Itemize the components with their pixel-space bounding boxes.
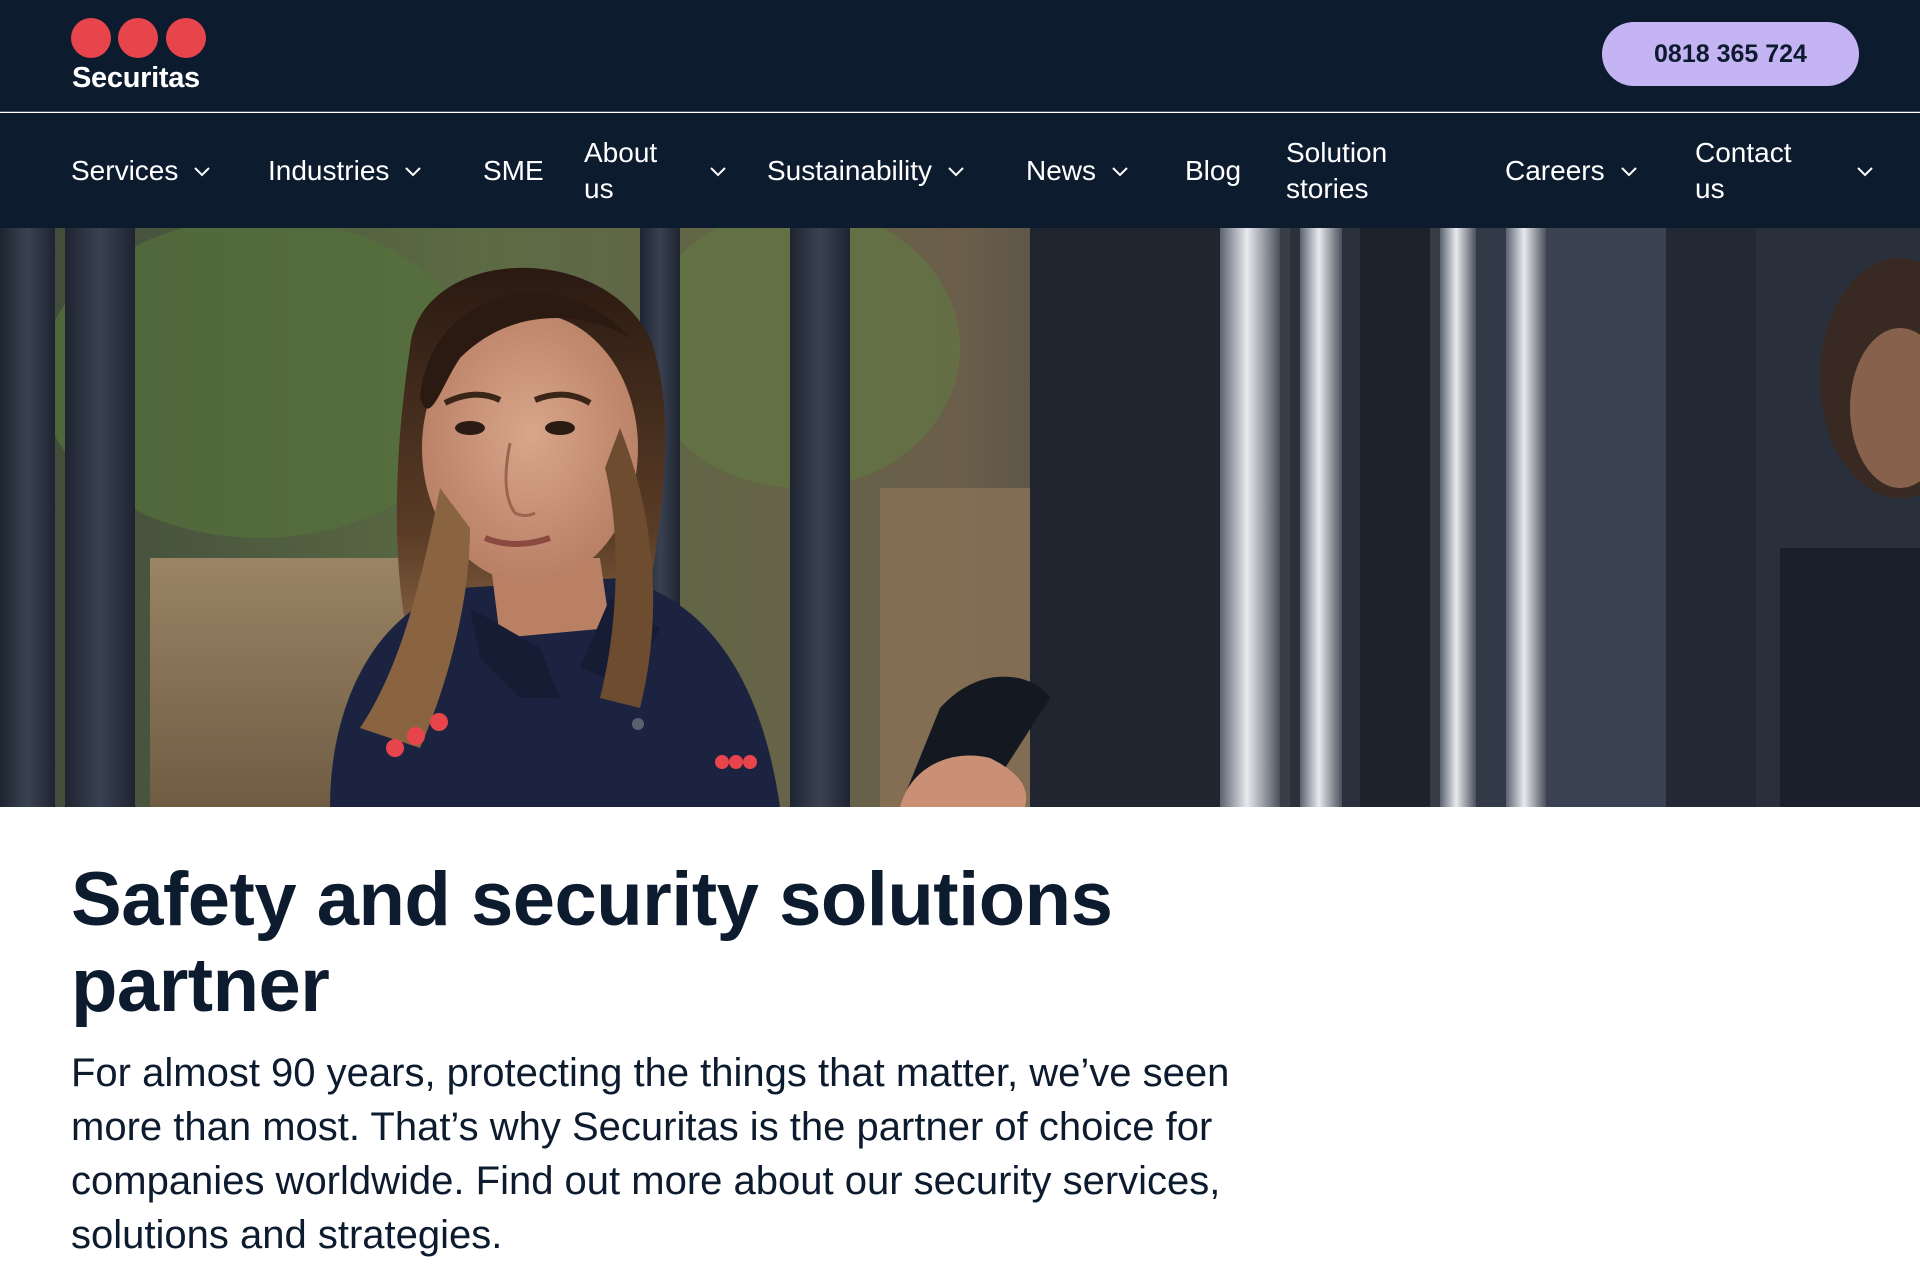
chevron-down-icon bbox=[403, 161, 423, 181]
nav-item-label: Sustainability bbox=[767, 154, 932, 186]
chevron-down-icon bbox=[1855, 161, 1875, 181]
nav-item-label: Contact us bbox=[1695, 136, 1792, 204]
nav-item-industries[interactable]: Industries bbox=[268, 113, 423, 228]
nav-item-label: Blog bbox=[1185, 154, 1242, 186]
chevron-down-icon bbox=[1619, 161, 1639, 181]
nav-item-blog[interactable]: Blog bbox=[1185, 113, 1241, 228]
logo-dot bbox=[118, 18, 158, 58]
logo-dot bbox=[71, 18, 111, 58]
intro-paragraph: For almost 90 years, protecting the thin… bbox=[71, 1051, 1230, 1257]
nav-item-sme[interactable]: SME bbox=[483, 113, 544, 228]
nav-item-solution-stories[interactable]: Solution stories bbox=[1286, 113, 1416, 228]
chevron-down-icon bbox=[192, 161, 212, 181]
nav-item-contact-us[interactable]: Contact us bbox=[1695, 113, 1875, 228]
nav-item-news[interactable]: News bbox=[1026, 113, 1130, 228]
site-header: Securitas 0818 365 724 bbox=[0, 0, 1920, 112]
nav-item-sustainability[interactable]: Sustainability bbox=[767, 113, 966, 228]
nav-item-services[interactable]: Services bbox=[71, 113, 212, 228]
nav-item-label: About us bbox=[584, 136, 658, 204]
main-navigation: Services Industries SME About us Sustain… bbox=[0, 113, 1920, 228]
nav-item-label: Careers bbox=[1505, 154, 1605, 186]
page-title: Safety and security solutions partner bbox=[71, 857, 1113, 1028]
nav-item-careers[interactable]: Careers bbox=[1505, 113, 1639, 228]
logo-dot bbox=[166, 18, 206, 58]
nav-item-label: Services bbox=[71, 154, 179, 186]
security-officer-photo bbox=[0, 228, 1920, 807]
chevron-down-icon bbox=[946, 161, 966, 181]
chevron-down-icon bbox=[1110, 161, 1130, 181]
securitas-logo[interactable]: Securitas bbox=[71, 18, 211, 98]
nav-item-about-us[interactable]: About us bbox=[584, 113, 728, 228]
nav-item-label: Industries bbox=[268, 154, 390, 186]
hero-image bbox=[0, 228, 1920, 807]
nav-item-label: SME bbox=[483, 154, 544, 186]
nav-item-label: News bbox=[1026, 154, 1097, 186]
chevron-down-icon bbox=[708, 161, 728, 181]
phone-number-button[interactable]: 0818 365 724 bbox=[1602, 22, 1859, 86]
nav-item-label: Solution stories bbox=[1286, 136, 1388, 204]
logo-wordmark: Securitas bbox=[72, 62, 200, 94]
